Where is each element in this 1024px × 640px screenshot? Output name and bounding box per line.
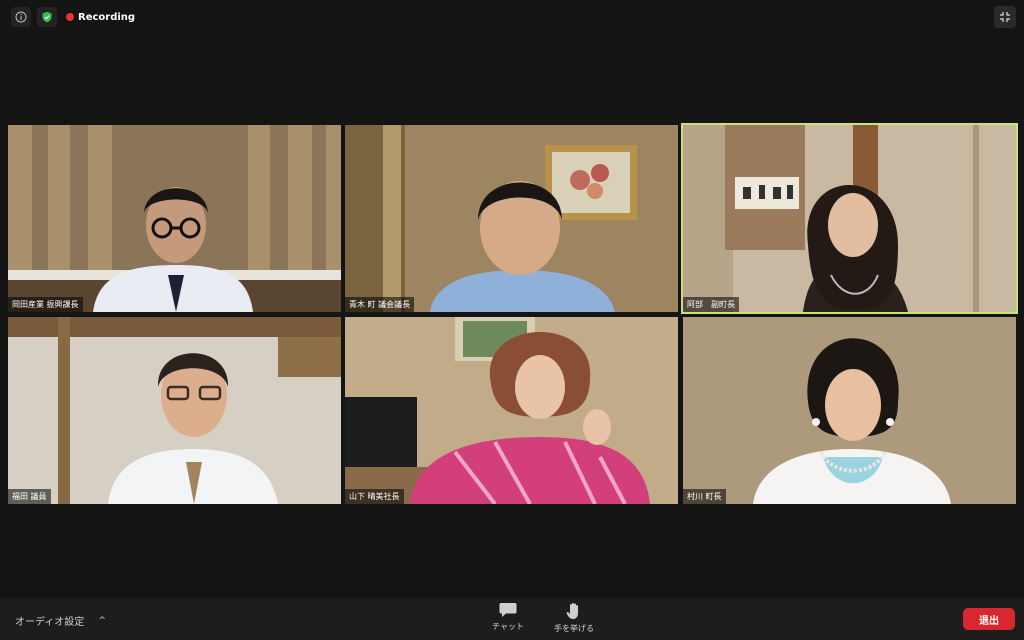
participant-name: 山下 晴美社長: [345, 489, 404, 504]
raise-hand-button[interactable]: 手を挙げる: [544, 602, 604, 638]
recording-dot-icon: [66, 13, 74, 21]
participant-tile[interactable]: 福田 議員: [8, 317, 341, 504]
participant-name: 岡田産業 振興課長: [8, 297, 83, 312]
participant-name: 阿部 副町長: [683, 297, 739, 312]
participant-name: 青木 町 議会議長: [345, 297, 415, 312]
participant-name: 福田 議員: [8, 489, 51, 504]
participant-video: [683, 125, 1016, 312]
raise-hand-icon: [566, 603, 578, 619]
chat-icon: [499, 603, 517, 617]
leave-meeting-button[interactable]: 退出: [963, 608, 1015, 630]
raise-hand-label: 手を挙げる: [554, 624, 594, 633]
exit-fullscreen-icon[interactable]: [994, 6, 1016, 28]
meeting-toolbar: オーディオ設定 ^ チャット 手を挙げる: [0, 598, 1024, 640]
chat-label: チャット: [492, 622, 524, 631]
participant-video: [345, 125, 678, 312]
chat-button[interactable]: チャット: [478, 602, 538, 638]
participant-tile[interactable]: 山下 晴美社長: [345, 317, 678, 504]
participant-tile[interactable]: 岡田産業 振興課長: [8, 125, 341, 312]
info-icon[interactable]: [11, 7, 31, 27]
audio-settings-button[interactable]: オーディオ設定 ^: [15, 613, 106, 629]
meeting-top-bar: Recording: [0, 0, 1024, 32]
participant-video: [8, 125, 341, 312]
shield-check-icon[interactable]: [37, 7, 57, 27]
recording-indicator[interactable]: Recording: [66, 10, 135, 24]
audio-settings-label: オーディオ設定: [15, 617, 85, 628]
participant-name: 村川 町長: [683, 489, 726, 504]
participant-video: [683, 317, 1016, 504]
participant-video: [8, 317, 341, 504]
participant-tile[interactable]: 青木 町 議会議長: [345, 125, 678, 312]
chevron-up-icon[interactable]: ^: [98, 616, 106, 626]
participant-tile[interactable]: 村川 町長: [683, 317, 1016, 504]
participant-tile-active-speaker[interactable]: 阿部 副町長: [681, 123, 1018, 314]
participant-video: [345, 317, 678, 504]
recording-label: Recording: [78, 11, 136, 23]
